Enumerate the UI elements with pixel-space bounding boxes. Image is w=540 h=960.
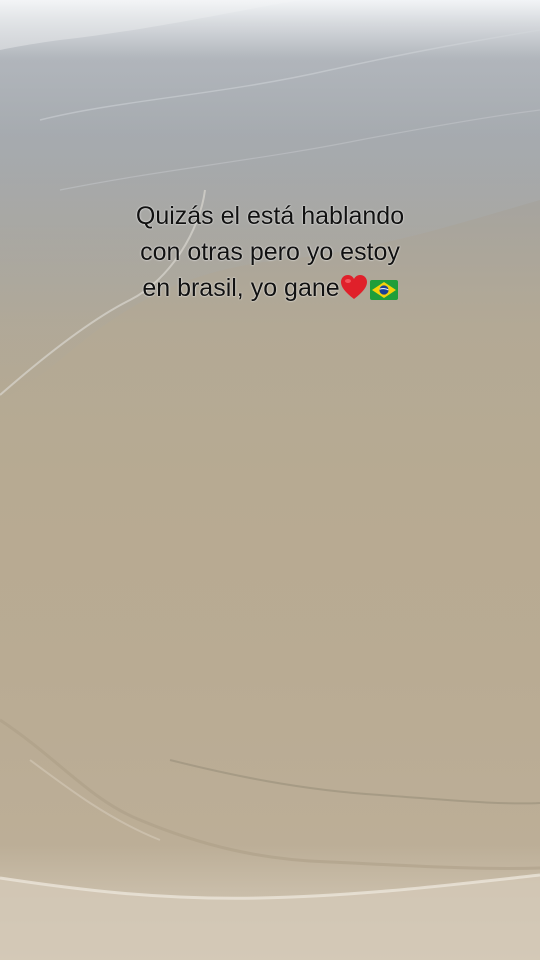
shoreline-waves <box>0 0 540 960</box>
red-heart-icon <box>340 274 368 310</box>
caption-line-1: Quizás el está hablando <box>135 202 405 230</box>
wash-ripple <box>29 759 161 841</box>
caption-text: Quizás el está hablando con otras pero y… <box>70 198 470 310</box>
caption-line-3: en brasil, yo gane <box>70 270 470 310</box>
beach-photo: Quizás el está hablando con otras pero y… <box>0 0 540 960</box>
wash-ripple <box>169 759 540 805</box>
caption-line-2: con otras pero yo estoy <box>140 238 400 266</box>
brazil-flag-icon <box>369 274 398 310</box>
caption-line-3-text: en brasil, yo gane <box>142 274 340 302</box>
wash-edge <box>0 718 540 870</box>
